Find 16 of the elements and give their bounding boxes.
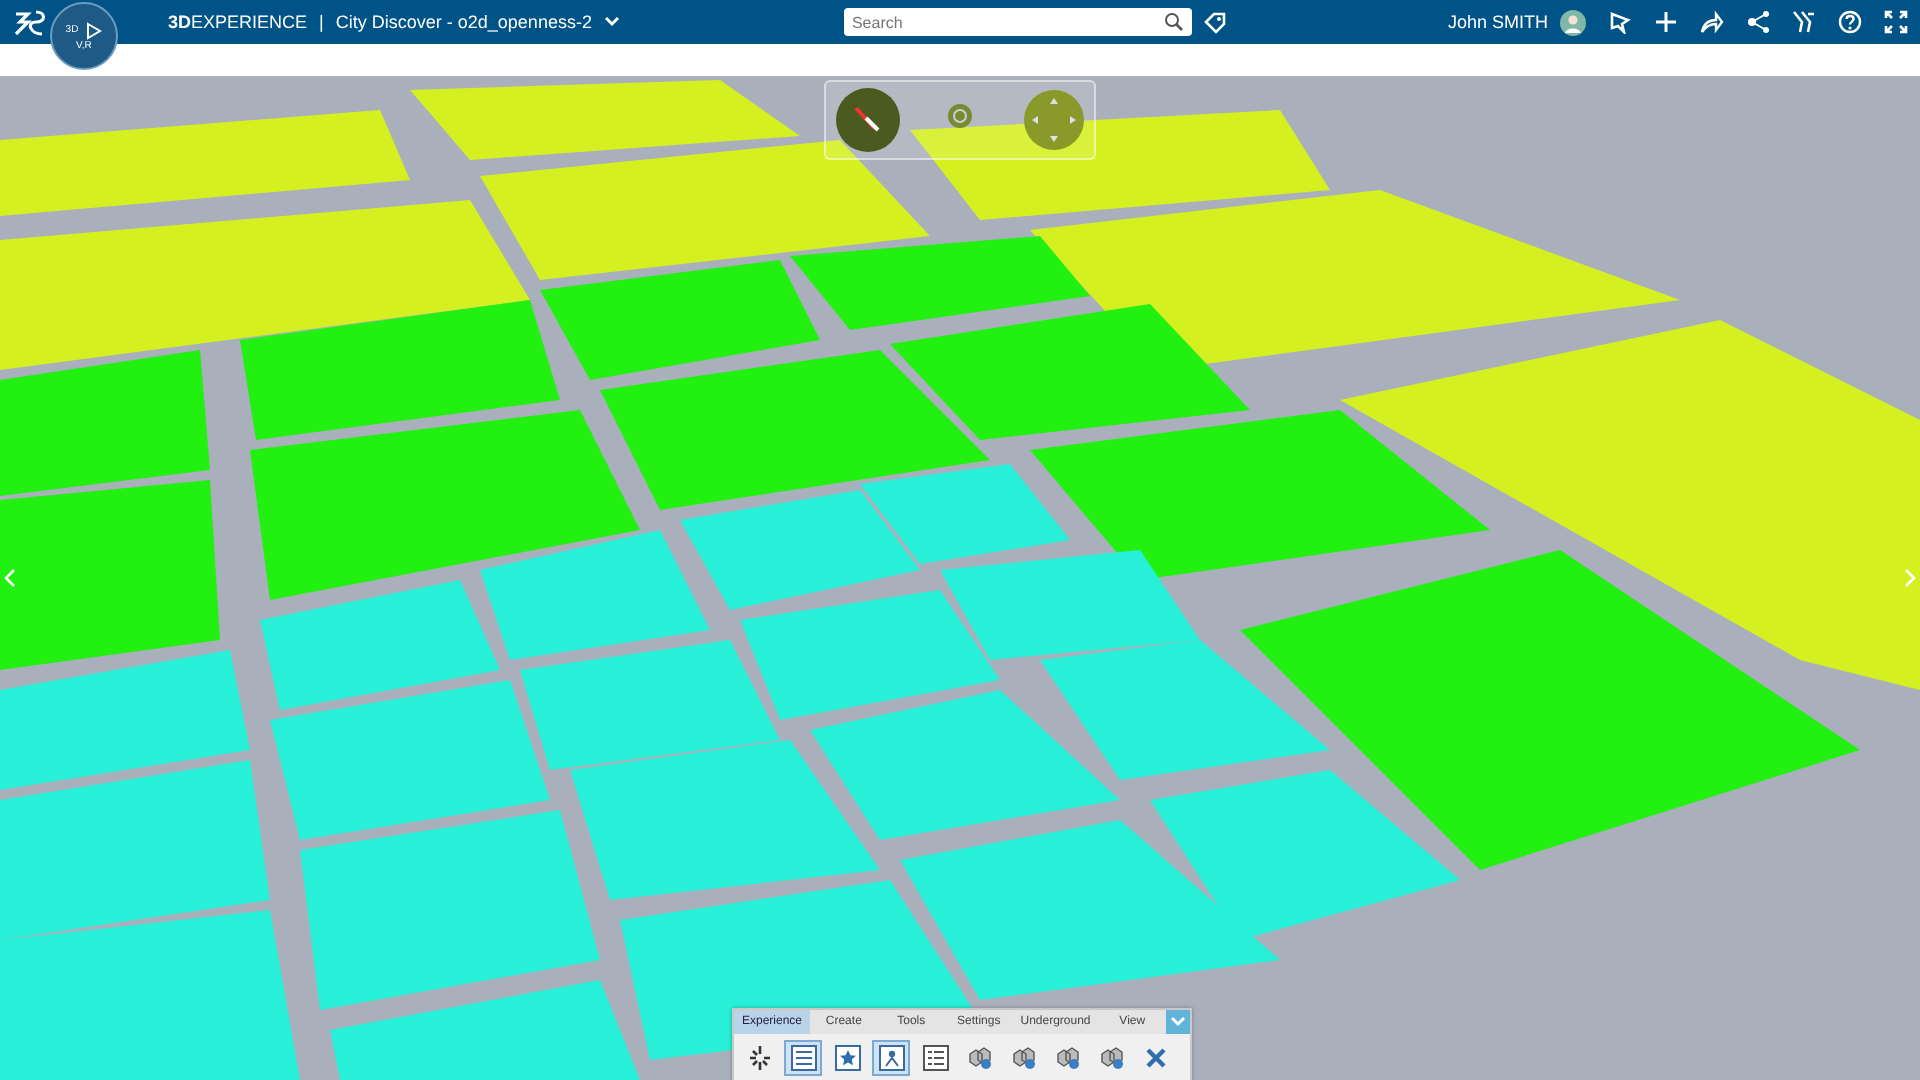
search-field[interactable]: Search (843, 8, 1192, 36)
play-icon[interactable] (84, 21, 103, 39)
compass-icon[interactable] (836, 88, 900, 152)
share-arrow-icon[interactable] (1700, 10, 1724, 34)
tag-icon[interactable] (1203, 11, 1226, 33)
separator: | (319, 12, 324, 32)
help-icon[interactable] (1838, 10, 1862, 34)
network-icon[interactable] (1746, 10, 1770, 34)
avatar-icon[interactable] (1560, 9, 1586, 35)
fullscreen-icon[interactable] (1884, 10, 1908, 34)
user-name[interactable]: John SMITH (1447, 12, 1548, 32)
app-title[interactable]: City Discover - o2d_openness-2 (335, 12, 592, 32)
search-icon[interactable] (1163, 12, 1184, 32)
plus-icon[interactable] (1654, 10, 1678, 34)
brand-name: 3DEXPERIENCE (168, 12, 308, 32)
caret-icon[interactable] (603, 16, 620, 28)
